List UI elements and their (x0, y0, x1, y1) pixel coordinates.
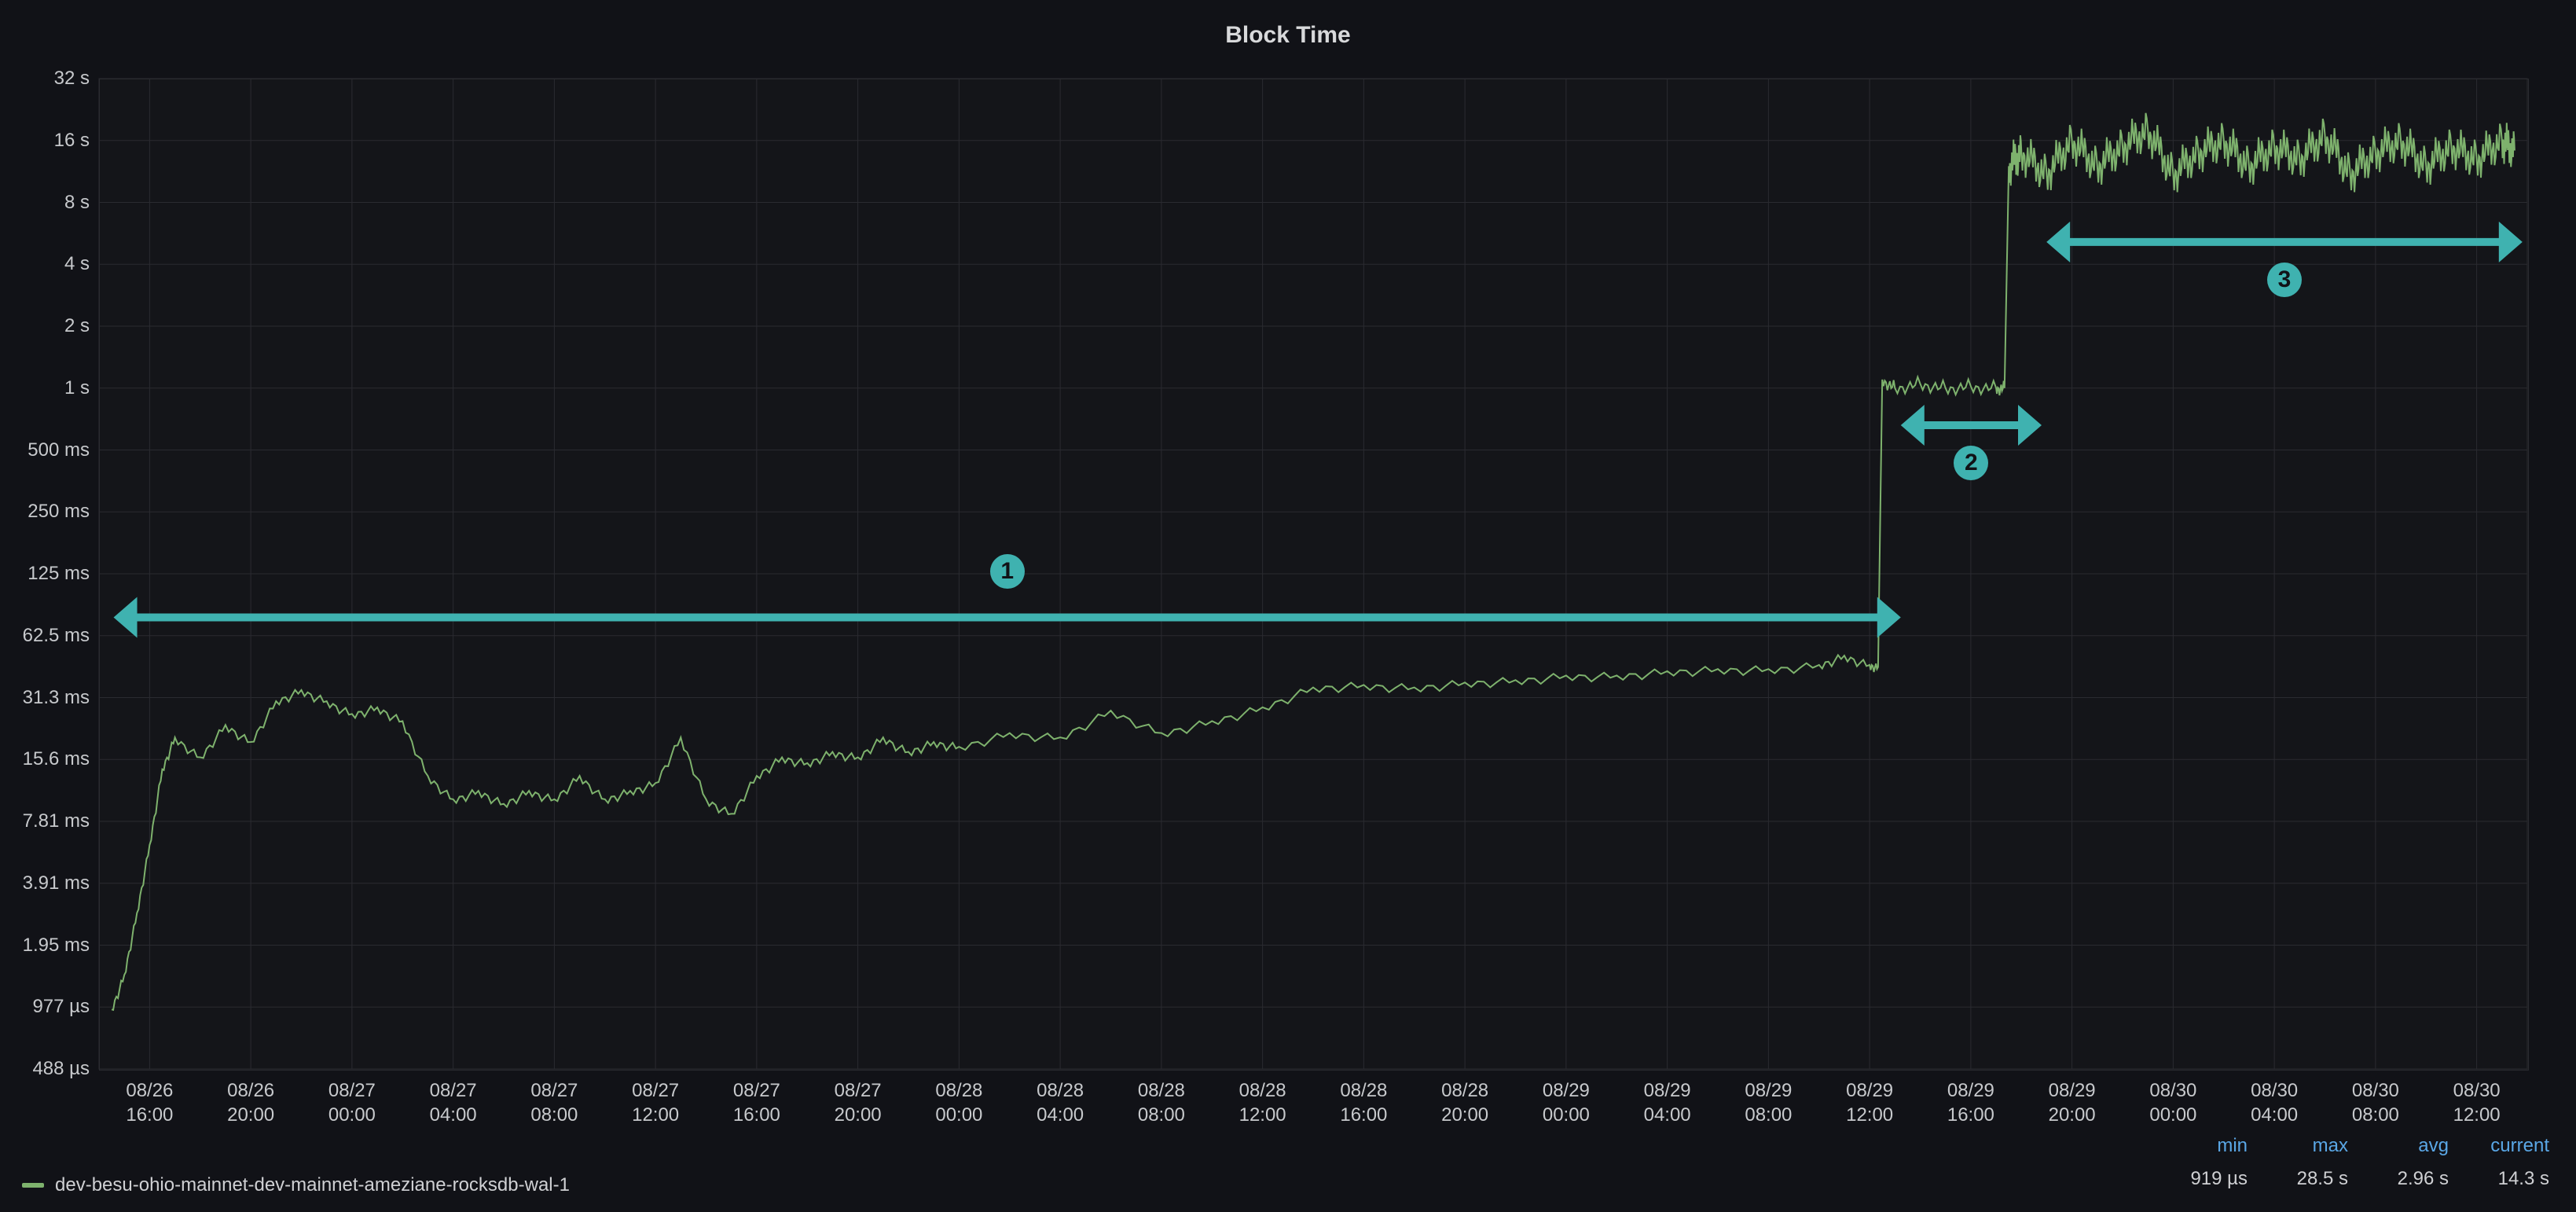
x-tick-label: 08/27 16:00 (702, 1078, 812, 1127)
y-tick-label: 3.91 ms (23, 872, 90, 894)
x-tick-label: 08/30 04:00 (2219, 1078, 2329, 1127)
y-tick-label: 16 s (54, 130, 90, 152)
annotation-badge-3: 3 (2267, 263, 2302, 297)
x-tick-label: 08/30 12:00 (2422, 1078, 2532, 1127)
y-tick-label: 32 s (54, 68, 90, 90)
x-tick-label: 08/27 04:00 (398, 1078, 508, 1127)
y-tick-label: 488 µs (32, 1058, 90, 1080)
legend-swatch (22, 1183, 44, 1188)
stats-header-min[interactable]: min (2177, 1135, 2248, 1157)
x-tick-label: 08/26 20:00 (196, 1078, 306, 1127)
y-tick-label: 8 s (64, 192, 90, 214)
stats-header-avg[interactable]: avg (2378, 1135, 2449, 1157)
x-tick-label: 08/29 20:00 (2017, 1078, 2127, 1127)
stats-header-current[interactable]: current (2479, 1135, 2549, 1157)
stats-value-min: 919 µs (2177, 1168, 2248, 1190)
y-tick-label: 31.3 ms (23, 687, 90, 709)
y-tick-label: 4 s (64, 253, 90, 275)
legend-stats-values: 919 µs 28.5 s 2.96 s 14.3 s (2177, 1168, 2549, 1190)
y-tick-label: 125 ms (28, 563, 90, 585)
x-tick-label: 08/29 08:00 (1713, 1078, 1823, 1127)
legend-stats-header: min max avg current (2177, 1135, 2549, 1157)
x-tick-label: 08/28 20:00 (1410, 1078, 1520, 1127)
x-tick-label: 08/27 12:00 (600, 1078, 710, 1127)
annotation-badge-1: 1 (990, 554, 1025, 589)
plot-area[interactable] (99, 79, 2529, 1071)
y-tick-label: 2 s (64, 315, 90, 337)
stats-value-avg: 2.96 s (2378, 1168, 2449, 1190)
legend-item[interactable]: dev-besu-ohio-mainnet-dev-mainnet-amezia… (22, 1174, 570, 1196)
x-tick-label: 08/28 08:00 (1106, 1078, 1216, 1127)
x-tick-label: 08/29 16:00 (1916, 1078, 2026, 1127)
x-tick-label: 08/30 00:00 (2118, 1078, 2228, 1127)
legend-series-name: dev-besu-ohio-mainnet-dev-mainnet-amezia… (55, 1174, 570, 1196)
x-tick-label: 08/28 00:00 (904, 1078, 1014, 1127)
y-tick-label: 15.6 ms (23, 748, 90, 770)
stats-value-current: 14.3 s (2479, 1168, 2549, 1190)
x-tick-label: 08/29 12:00 (1815, 1078, 1925, 1127)
x-tick-label: 08/28 12:00 (1208, 1078, 1318, 1127)
chart-panel: Block Time min max avg current 919 µs 28… (0, 0, 2576, 1212)
x-tick-label: 08/28 16:00 (1308, 1078, 1418, 1127)
x-tick-label: 08/27 08:00 (499, 1078, 609, 1127)
stats-value-max: 28.5 s (2277, 1168, 2348, 1190)
y-tick-label: 62.5 ms (23, 625, 90, 647)
y-tick-label: 977 µs (32, 996, 90, 1018)
x-tick-label: 08/26 16:00 (94, 1078, 204, 1127)
y-tick-label: 500 ms (28, 439, 90, 461)
x-tick-label: 08/27 20:00 (803, 1078, 913, 1127)
y-tick-label: 1.95 ms (23, 935, 90, 957)
y-tick-label: 1 s (64, 377, 90, 399)
x-tick-label: 08/30 08:00 (2321, 1078, 2431, 1127)
x-tick-label: 08/27 00:00 (297, 1078, 407, 1127)
x-tick-label: 08/29 04:00 (1613, 1078, 1723, 1127)
y-tick-label: 7.81 ms (23, 810, 90, 832)
x-tick-label: 08/28 04:00 (1005, 1078, 1115, 1127)
chart-title: Block Time (0, 22, 2576, 49)
y-tick-label: 250 ms (28, 501, 90, 523)
stats-header-max[interactable]: max (2277, 1135, 2348, 1157)
x-tick-label: 08/29 00:00 (1511, 1078, 1621, 1127)
